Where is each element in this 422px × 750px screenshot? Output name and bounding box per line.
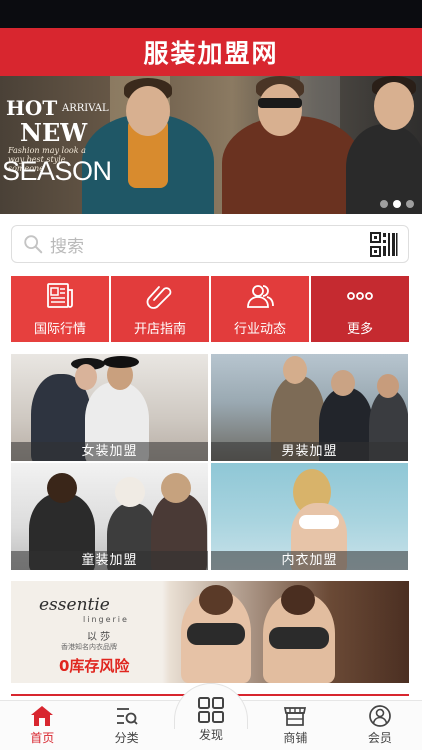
category-label: 女装加盟 xyxy=(11,442,208,461)
banner-carousel[interactable]: HOT ARRIVAL NEW Fashion may look a way b… xyxy=(0,76,422,214)
tab-member[interactable]: 会员 xyxy=(338,701,422,750)
quick-link-label: 更多 xyxy=(346,322,373,337)
home-icon xyxy=(31,706,54,726)
search-bar[interactable]: 搜索 xyxy=(11,225,409,263)
tab-label: 分类 xyxy=(114,731,139,745)
banner-text-hot: HOT xyxy=(6,96,58,120)
carousel-dot-active[interactable] xyxy=(393,200,401,208)
ad-brand-sub: lingerie xyxy=(83,615,129,624)
shop-icon xyxy=(284,707,307,726)
ad-promo: 0库存风险 xyxy=(59,657,130,675)
tab-home[interactable]: 首页 xyxy=(0,701,84,750)
quick-links: 国际行情 开店指南 行业动态 更多 xyxy=(11,276,409,342)
category-lingerie[interactable]: 内衣加盟 xyxy=(211,463,408,570)
quick-link-industry-news[interactable]: 行业动态 xyxy=(211,276,309,342)
category-kids[interactable]: 童装加盟 xyxy=(11,463,208,570)
quick-link-more[interactable]: 更多 xyxy=(311,276,409,342)
paperclip-icon xyxy=(146,286,172,309)
carousel-dot[interactable] xyxy=(406,200,414,208)
tab-label: 首页 xyxy=(30,731,55,745)
category-grid: 女装加盟 男装加盟 童装加盟 内衣加盟 xyxy=(11,354,409,570)
title-bar: 服装加盟网 xyxy=(0,28,422,76)
bottom-tab-bar: 首页 分类 发现 商铺 会员 xyxy=(0,683,422,750)
quick-link-international[interactable]: 国际行情 xyxy=(11,276,109,342)
tab-label: 商铺 xyxy=(283,731,308,745)
category-women[interactable]: 女装加盟 xyxy=(11,354,208,461)
grid-icon xyxy=(198,697,225,723)
tab-label: 会员 xyxy=(367,731,392,745)
banner-text-season: SEASON xyxy=(2,156,112,186)
banner-text-new: NEW xyxy=(20,118,88,147)
banner-text-arrival: ARRIVAL xyxy=(62,103,109,114)
ad-brand: essentie xyxy=(39,595,110,615)
tab-category[interactable]: 分类 xyxy=(84,701,168,750)
promo-banner[interactable]: essentie lingerie 以 莎 香港知名内衣品牌 0库存风险 xyxy=(11,581,409,683)
category-label: 内衣加盟 xyxy=(211,551,408,570)
category-label: 童装加盟 xyxy=(11,551,208,570)
quick-link-label: 开店指南 xyxy=(133,322,186,337)
ad-desc: 香港知名内衣品牌 xyxy=(61,643,117,651)
quick-link-label: 行业动态 xyxy=(233,322,286,337)
quick-link-label: 国际行情 xyxy=(33,322,86,337)
ad-name: 以 莎 xyxy=(87,632,111,643)
carousel-indicator xyxy=(380,200,414,208)
carousel-dot[interactable] xyxy=(380,200,388,208)
tab-shop[interactable]: 商铺 xyxy=(253,701,337,750)
category-men[interactable]: 男装加盟 xyxy=(211,354,408,461)
newspaper-icon xyxy=(47,283,73,308)
qr-scan-icon[interactable] xyxy=(370,232,398,258)
tab-discover[interactable]: 发现 xyxy=(169,683,253,750)
category-label: 男装加盟 xyxy=(211,442,408,461)
search-icon xyxy=(24,235,43,254)
tab-label: 发现 xyxy=(199,728,224,742)
users-icon xyxy=(247,285,274,308)
user-icon xyxy=(368,705,391,727)
page-title: 服装加盟网 xyxy=(143,39,279,68)
more-dots-icon xyxy=(347,292,373,300)
search-input[interactable]: 搜索 xyxy=(50,232,84,257)
quick-link-store-guide[interactable]: 开店指南 xyxy=(111,276,209,342)
status-bar xyxy=(0,0,422,28)
category-search-icon xyxy=(116,708,138,725)
